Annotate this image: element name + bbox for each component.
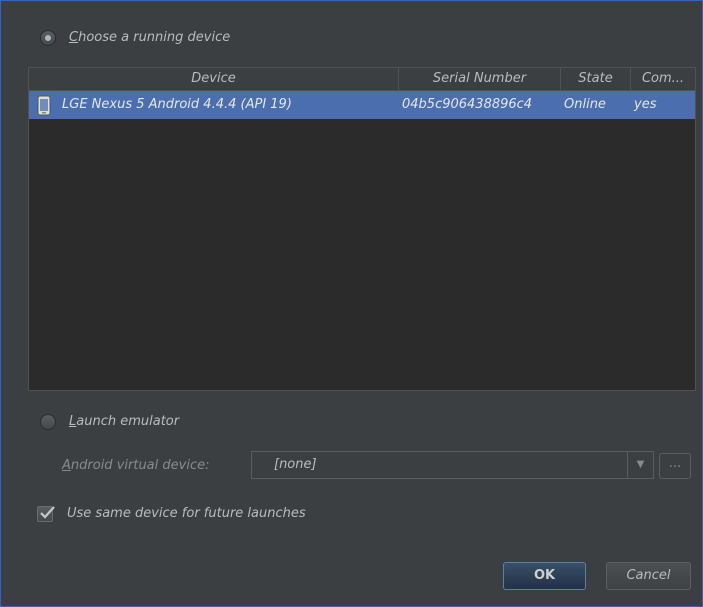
avd-label-mnemonic: A [62, 458, 71, 473]
choose-running-device-mnemonic: C [69, 30, 79, 45]
column-header-serial-number[interactable]: Serial Number [399, 68, 561, 90]
serial-number-cell: 04b5c906438896c4 [402, 97, 533, 112]
device-table[interactable]: Device Serial Number State Com... LGE Ne… [28, 67, 696, 391]
android-virtual-device-label: Android virtual device: [62, 458, 209, 473]
launch-emulator-text: aunch emulator [76, 414, 180, 429]
table-row[interactable]: LGE Nexus 5 Android 4.4.4 (API 19) 04b5c… [29, 91, 695, 119]
checkmark-icon [40, 506, 55, 519]
launch-emulator-radio[interactable] [40, 414, 56, 430]
device-name-cell: LGE Nexus 5 Android 4.4.4 (API 19) [62, 97, 292, 112]
use-same-device-label[interactable]: Use same device for future launches [67, 506, 306, 521]
state-cell: Online [564, 97, 606, 112]
choose-running-device-radio[interactable] [40, 30, 56, 46]
avd-browse-button[interactable]: ... [659, 453, 691, 479]
column-header-compatible[interactable]: Com... [631, 68, 695, 90]
choose-running-device-label[interactable]: Choose a running device [69, 30, 230, 45]
ok-button[interactable]: OK [503, 562, 586, 590]
phone-icon [29, 91, 59, 119]
use-same-device-checkbox[interactable] [37, 506, 55, 522]
column-header-state[interactable]: State [561, 68, 631, 90]
chevron-down-icon[interactable]: ▼ [627, 452, 653, 478]
launch-emulator-label[interactable]: Launch emulator [69, 414, 179, 429]
choose-running-device-text: hoose a running device [78, 30, 231, 45]
column-header-device[interactable]: Device [29, 68, 399, 90]
avd-label-text: ndroid virtual device: [70, 458, 210, 473]
device-table-header: Device Serial Number State Com... [29, 68, 695, 91]
compatible-cell: yes [634, 97, 657, 112]
device-chooser-dialog: Choose a running device Device Serial Nu… [0, 0, 703, 607]
cancel-button[interactable]: Cancel [606, 562, 691, 590]
avd-selected-value: [none] [274, 457, 317, 472]
android-virtual-device-combo[interactable]: [none] ▼ [251, 451, 654, 479]
